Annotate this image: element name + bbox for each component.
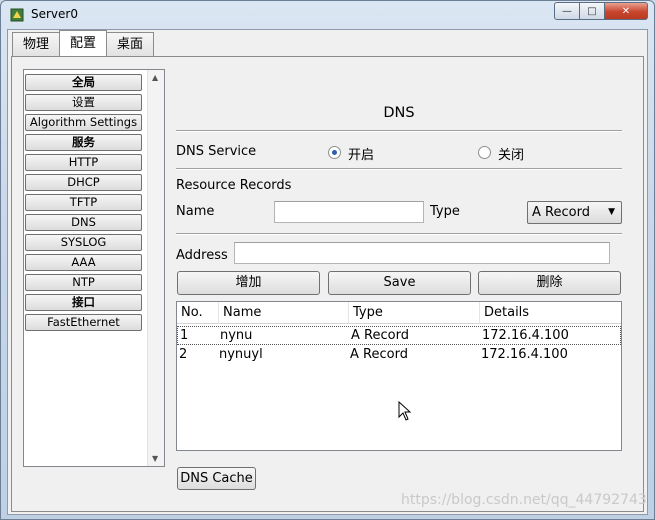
chevron-down-icon: ▼ [608,207,615,217]
minimize-button[interactable]: — [554,2,580,20]
close-button[interactable]: ✕ [604,2,648,20]
server-app-icon [10,8,24,22]
tab-desktop[interactable]: 桌面 [106,32,155,56]
name-label: Name [176,204,215,219]
sidebar-item[interactable]: FastEthernet [25,314,142,331]
column-header-no[interactable]: No. [177,302,219,324]
resource-records-label: Resource Records [176,178,292,193]
records-table: No. Name Type Details 1 nynu A Record 172.1… [176,301,622,451]
table-cell-no: 1 [180,328,189,343]
table-cell-name: nynuyl [219,347,263,362]
type-label: Type [430,204,460,219]
mouse-cursor-icon [398,401,412,421]
service-off-radio[interactable] [478,146,491,159]
divider [176,233,622,235]
config-panel: 全局设置 Algorithm Settings 服务 HTTP DHCP TFTP DNS S… [11,56,644,512]
scroll-down-icon[interactable]: ▼ [152,454,158,463]
server0-window: Server0 — □ ✕ 物理 配置 桌面 全局设置 Algorithm Set… [0,0,655,520]
sidebar-item[interactable]: DHCP [25,174,142,191]
maximize-button[interactable]: □ [579,2,605,20]
add-button[interactable]: 增加 [177,271,320,295]
save-button[interactable]: Save [328,271,471,295]
type-select[interactable]: A Record ▼ [527,201,622,224]
column-header-type[interactable]: Type [349,302,480,324]
page-title: DNS [383,105,415,121]
table-row[interactable]: 1 nynu A Record 172.16.4.100 [177,326,621,345]
service-off-label: 关闭 [498,148,525,163]
sidebar-list: 全局设置 Algorithm Settings 服务 HTTP DHCP TFTP DNS S… [23,69,165,467]
column-header-details[interactable]: Details [480,302,622,324]
address-input[interactable] [234,242,610,264]
table-cell-no: 2 [179,347,188,362]
sidebar-item[interactable]: 全局 [25,74,142,91]
dns-cache-button[interactable]: DNS Cache [177,467,256,490]
sidebar-item[interactable]: 服务 [25,134,142,151]
table-cell-details: 172.16.4.100 [481,347,568,362]
tab-bar: 物理 配置 桌面 [12,30,155,56]
sidebar-item[interactable]: SYSLOG [25,234,142,251]
tab-physical[interactable]: 物理 [12,32,61,56]
table-cell-type: A Record [351,328,409,343]
table-header: No. Name Type Details [177,302,621,324]
table-cell-name: nynu [220,328,253,343]
service-on-radio[interactable] [328,146,341,159]
sidebar-item[interactable]: Algorithm Settings [25,114,142,131]
divider [176,168,622,170]
title-bar[interactable]: Server0 — □ ✕ [1,1,654,29]
watermark: https://blog.csdn.net/qq_44792743 [401,492,647,508]
window-controls: — □ ✕ [554,2,648,20]
type-select-value: A Record [532,205,590,220]
sidebar-item[interactable]: 设置 [25,94,142,111]
divider [176,130,622,132]
service-on-label: 开启 [348,148,375,163]
window-title: Server0 [31,7,78,21]
sidebar-item[interactable]: HTTP [25,154,142,171]
column-header-name[interactable]: Name [219,302,349,324]
dns-service-label: DNS Service [176,144,257,159]
table-cell-type: A Record [350,347,408,362]
sidebar-item[interactable]: 接口 [25,294,142,311]
sidebar-scrollbar[interactable]: ▲ ▼ [147,70,164,466]
delete-button[interactable]: 删除 [478,271,621,295]
sidebar-item[interactable]: DNS [25,214,142,231]
client-area: 物理 配置 桌面 全局设置 Algorithm Settings 服务 HTTP DHC… [7,29,648,515]
sidebar-item[interactable]: AAA [25,254,142,271]
sidebar-item[interactable]: NTP [25,274,142,291]
tab-config[interactable]: 配置 [59,30,108,56]
sidebar-item[interactable]: TFTP [25,194,142,211]
address-label: Address [176,248,228,263]
table-row[interactable]: 2 nynuyl A Record 172.16.4.100 [177,346,621,365]
name-input[interactable] [274,201,424,223]
scroll-up-icon[interactable]: ▲ [152,73,158,82]
table-cell-details: 172.16.4.100 [482,328,569,343]
dns-settings: DNS DNS Service 开启 关闭 Resource Records N… [176,69,626,509]
